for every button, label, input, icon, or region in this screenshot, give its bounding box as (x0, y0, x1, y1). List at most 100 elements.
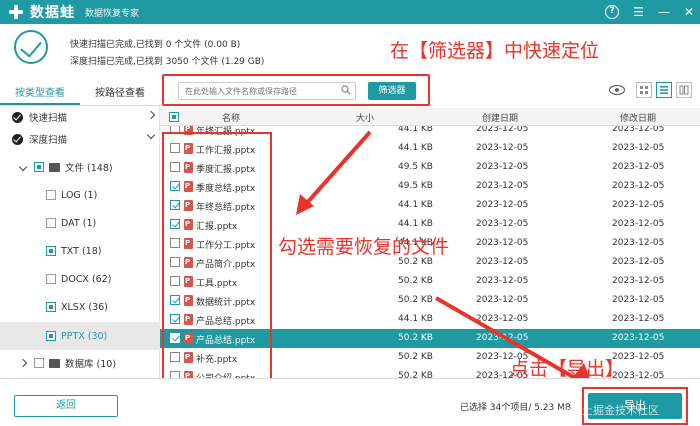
column-name[interactable]: 名称 (222, 111, 240, 124)
modified-date: 2023-12-05 (612, 143, 665, 153)
modified-date: 2023-12-05 (612, 126, 665, 134)
sidebar-item-label: 数据库 (10) (65, 359, 117, 370)
grid-view-icon[interactable] (636, 82, 652, 98)
sidebar-item-txt[interactable]: TXT (18) (0, 240, 160, 262)
file-size: 50.2 KB (398, 371, 433, 378)
title-bar: 数据蛙 数据恢复专家 ? ☰ — ✕ (0, 0, 700, 24)
chevron-right-icon[interactable] (18, 358, 28, 368)
files-highlight-frame (162, 132, 272, 382)
app-subtitle: 数据恢复专家 (85, 8, 140, 19)
view-mode-controls (608, 82, 692, 98)
file-size: 50.2 KB (398, 333, 433, 343)
created-date: 2023-12-05 (476, 257, 529, 267)
partial-checkbox[interactable] (46, 302, 56, 312)
sidebar-item-label: TXT (18) (61, 245, 102, 257)
created-date: 2023-12-05 (476, 200, 529, 210)
search-input[interactable] (178, 82, 356, 100)
select-annotation: 勾选需要恢复的文件 (278, 236, 450, 258)
sidebar-item-label: 深度扫描 (29, 135, 68, 146)
modified-date: 2023-12-05 (612, 257, 665, 267)
preview-eye-icon[interactable] (608, 83, 626, 97)
file-size: 44.1 KB (398, 314, 433, 324)
sidebar-item-log[interactable]: LOG (1) (0, 184, 160, 206)
sidebar-item-xlsx[interactable]: XLSX (36) (0, 296, 160, 318)
select-all-checkbox[interactable] (169, 112, 179, 122)
sidebar-item-label: 文件 (148) (65, 163, 113, 174)
file-size: 50.2 KB (398, 276, 433, 286)
chevron-down-icon[interactable] (18, 162, 28, 172)
created-date: 2023-12-05 (476, 333, 529, 343)
sidebar-item-label: XLSX (36) (61, 301, 108, 313)
created-date: 2023-12-05 (476, 276, 529, 286)
partial-checkbox[interactable] (34, 162, 44, 172)
created-date: 2023-12-05 (476, 219, 529, 229)
app-logo-icon (8, 4, 24, 20)
quick-scan-status: 快速扫描已完成,已找到 0 个文件 (0.00 B) (70, 40, 241, 50)
minimize-icon[interactable]: — (658, 6, 670, 18)
menu-icon[interactable]: ☰ (633, 6, 644, 18)
sidebar-item-dat[interactable]: DAT (1) (0, 212, 160, 234)
file-size: 49.5 KB (398, 162, 433, 172)
modified-date: 2023-12-05 (612, 200, 665, 210)
search-icon[interactable] (341, 85, 351, 95)
checkbox[interactable] (46, 274, 56, 284)
checkbox[interactable] (46, 218, 56, 228)
window-controls: ? ☰ — ✕ (605, 0, 694, 24)
export-annotation: 点击【导出】 (510, 358, 625, 380)
column-modified[interactable]: 修改日期 (620, 111, 656, 124)
partial-checkbox[interactable] (46, 246, 56, 256)
sidebar-item-docx[interactable]: DOCX (62) (0, 268, 160, 290)
column-size[interactable]: 大小 (356, 111, 374, 124)
file-table-header: 名称 大小 创建日期 修改日期 (160, 108, 700, 126)
filter-annotation: 在【筛选器】中快速定位 (390, 40, 600, 62)
sidebar-item-files[interactable]: 文件 (148) (0, 156, 160, 178)
modified-date: 2023-12-05 (612, 276, 665, 286)
detail-view-icon[interactable] (676, 82, 692, 98)
folder-icon (49, 162, 60, 172)
database-icon (49, 358, 60, 368)
back-button[interactable]: 返回 (14, 395, 118, 417)
file-size: 50.2 KB (398, 295, 433, 305)
modified-date: 2023-12-05 (612, 219, 665, 229)
list-view-icon[interactable] (656, 82, 672, 98)
partial-checkbox[interactable] (46, 331, 56, 341)
checkbox[interactable] (34, 358, 44, 368)
sidebar-item-pptx[interactable]: PPTX (30) (0, 322, 160, 350)
check-icon (12, 133, 23, 145)
file-size: 44.1 KB (398, 200, 433, 210)
app-brand: 数据蛙 (30, 5, 75, 21)
created-date: 2023-12-05 (476, 162, 529, 172)
sidebar-item-quick-scan[interactable]: 快速扫描 (0, 106, 160, 128)
file-size: 50.2 KB (398, 352, 433, 362)
chevron-down-icon (146, 130, 156, 140)
created-date: 2023-12-05 (476, 126, 529, 134)
watermark: @稀土掘金技术社区 (560, 404, 659, 417)
file-size: 44.1 KB (398, 126, 433, 134)
check-icon (12, 111, 23, 123)
modified-date: 2023-12-05 (612, 238, 665, 248)
sidebar-item-label: 快速扫描 (29, 113, 68, 124)
sidebar-item-database[interactable]: 数据库 (10) (0, 352, 160, 374)
modified-date: 2023-12-05 (612, 162, 665, 172)
column-created[interactable]: 创建日期 (482, 111, 518, 124)
close-icon[interactable]: ✕ (684, 6, 694, 18)
tab-by-type[interactable]: 按类型查看 (0, 82, 80, 105)
sidebar-item-label: DAT (1) (61, 217, 97, 229)
created-date: 2023-12-05 (476, 314, 529, 324)
sidebar-item-label: PPTX (30) (61, 330, 108, 342)
filter-button[interactable]: 筛选器 (368, 82, 416, 100)
checkbox[interactable] (46, 190, 56, 200)
deep-scan-status: 深度扫描已完成,已找到 3050 个文件 (1.29 GB) (70, 57, 265, 67)
help-icon[interactable]: ? (605, 5, 620, 19)
sidebar-item-label: LOG (1) (61, 189, 98, 201)
file-size: 49.5 KB (398, 181, 433, 191)
chevron-right-icon (146, 110, 156, 120)
file-size: 44.1 KB (398, 219, 433, 229)
created-date: 2023-12-05 (476, 238, 529, 248)
created-date: 2023-12-05 (476, 295, 529, 305)
tab-by-path[interactable]: 按路径查看 (80, 82, 160, 105)
category-sidebar: 快速扫描 深度扫描 文件 (148) LOG (1) DAT (1) TXT (… (0, 106, 160, 378)
sidebar-item-deep-scan[interactable]: 深度扫描 (0, 128, 160, 150)
created-date: 2023-12-05 (476, 143, 529, 153)
file-size: 44.1 KB (398, 143, 433, 153)
